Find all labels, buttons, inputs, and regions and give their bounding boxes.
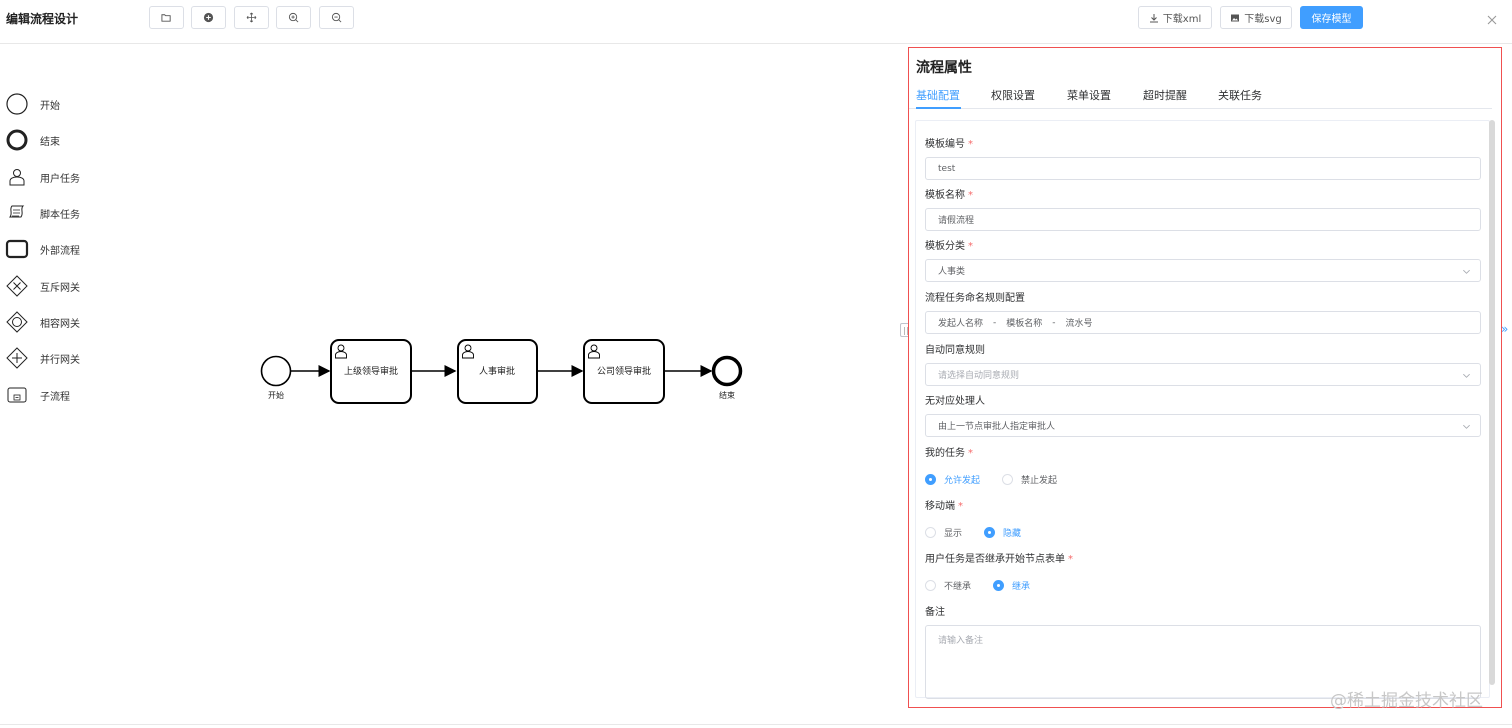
zoom-in-button[interactable] xyxy=(276,6,311,29)
open-file-button[interactable] xyxy=(149,6,184,29)
radio-show[interactable]: 显示 xyxy=(925,526,962,539)
watermark: @稀土掘金技术社区 xyxy=(1330,691,1483,711)
form-label: 模板编号 * xyxy=(925,139,973,150)
download-svg-label: 下载svg xyxy=(1244,14,1282,25)
select-value: 人事类 xyxy=(938,267,966,277)
form-label: 移动端 * xyxy=(925,501,963,512)
task-label: 上级领导审批 xyxy=(344,365,398,377)
template-code-input[interactable]: test xyxy=(925,157,1481,180)
zoom-out-icon xyxy=(331,12,342,23)
tab-bar: 基础配置 权限设置 菜单设置 超时提醒 关联任务 xyxy=(909,84,1492,109)
radio-inherit[interactable]: 继承 xyxy=(993,579,1030,592)
save-model-label: 保存模型 xyxy=(1311,14,1352,25)
plus-circle-icon xyxy=(203,12,214,23)
naming-rule-part: 发起人名称 xyxy=(938,319,984,329)
form-label: 用户任务是否继承开始节点表单 * xyxy=(925,554,1073,565)
basic-config-form: 模板编号 * test 模板名称 * 请假流程 模板分类 * 人事类 流程任务命名规则… xyxy=(915,120,1490,699)
naming-rule-separator: - xyxy=(1052,317,1056,328)
task-label: 公司领导审批 xyxy=(597,365,651,377)
move-button[interactable] xyxy=(234,6,269,29)
user-task-node[interactable]: 人事审批 xyxy=(457,339,538,404)
form-label: 备注 xyxy=(925,607,945,618)
user-task-node[interactable]: 公司领导审批 xyxy=(583,339,665,404)
diagram-canvas[interactable]: 开始 上级领导审批 人事审批 公司领导审批 结束 xyxy=(0,45,905,725)
download-svg-button[interactable]: 下载svg xyxy=(1220,6,1292,29)
end-event[interactable] xyxy=(711,355,743,387)
download-icon xyxy=(1149,13,1158,22)
radio-dot xyxy=(993,579,1005,591)
naming-rule-input[interactable]: 发起人名称 - 模板名称 - 流水号 xyxy=(925,311,1481,334)
no-handler-select[interactable]: 由上一节点审批人指定审批人 xyxy=(925,414,1481,437)
template-name-input[interactable]: 请假流程 xyxy=(925,208,1481,231)
tab-permissions[interactable]: 权限设置 xyxy=(991,87,1035,103)
download-xml-button[interactable]: 下载xml xyxy=(1138,6,1212,29)
end-event-label: 结束 xyxy=(719,390,735,400)
folder-open-icon xyxy=(161,14,171,22)
user-task-node[interactable]: 上级领导审批 xyxy=(330,339,412,404)
properties-panel: 流程属性 基础配置 权限设置 菜单设置 超时提醒 关联任务 模板编号 * test… xyxy=(908,47,1502,708)
radio-allow-start[interactable]: 允许发起 xyxy=(925,473,980,486)
image-icon xyxy=(1231,14,1240,21)
radio-dot xyxy=(984,526,996,538)
inherit-form-radio-group: 不继承 继承 xyxy=(925,578,1052,592)
start-event[interactable] xyxy=(260,355,292,387)
form-label: 自动同意规则 xyxy=(925,345,985,356)
template-category-select[interactable]: 人事类 xyxy=(925,259,1481,282)
mobile-radio-group: 显示 隐藏 xyxy=(925,525,1043,539)
chevron-down-icon xyxy=(1463,269,1470,274)
tab-timeout-reminder[interactable]: 超时提醒 xyxy=(1143,87,1187,103)
divider xyxy=(0,724,1512,725)
toolbar: 编辑流程设计 下载xml 下载svg 保存模型 xyxy=(0,0,1512,44)
select-value: 由上一节点审批人指定审批人 xyxy=(938,422,1056,432)
form-label: 我的任务 * xyxy=(925,448,973,459)
radio-hide[interactable]: 隐藏 xyxy=(984,526,1021,539)
my-task-radio-group: 允许发起 禁止发起 xyxy=(925,472,1079,486)
close-icon[interactable] xyxy=(1486,14,1498,26)
form-label: 流程任务命名规则配置 xyxy=(925,293,1025,304)
form-label: 模板分类 * xyxy=(925,241,973,252)
naming-rule-part: 流水号 xyxy=(1065,319,1093,329)
radio-dot xyxy=(925,526,936,538)
form-label: 无对应处理人 xyxy=(925,396,985,407)
save-model-button[interactable]: 保存模型 xyxy=(1300,6,1363,29)
task-label: 人事审批 xyxy=(479,365,515,377)
naming-rule-part: 模板名称 xyxy=(1006,319,1043,329)
radio-dot xyxy=(1002,473,1014,485)
chevron-down-icon xyxy=(1463,373,1470,378)
active-tab-indicator xyxy=(916,107,961,109)
download-xml-label: 下载xml xyxy=(1162,14,1202,25)
chevron-down-icon xyxy=(1463,424,1470,429)
tab-basic-config[interactable]: 基础配置 xyxy=(916,87,960,103)
select-placeholder: 请选择自动同意规则 xyxy=(938,371,1020,381)
panel-title: 流程属性 xyxy=(916,60,972,76)
tab-menu-settings[interactable]: 菜单设置 xyxy=(1067,87,1111,103)
auto-approve-select[interactable]: 请选择自动同意规则 xyxy=(925,363,1481,386)
radio-forbid-start[interactable]: 禁止发起 xyxy=(1002,473,1057,486)
page-title: 编辑流程设计 xyxy=(6,12,79,26)
move-icon xyxy=(246,12,257,23)
form-scrollbar[interactable] xyxy=(1489,120,1495,685)
radio-dot xyxy=(925,473,936,485)
radio-dot xyxy=(925,579,936,591)
tab-related-tasks[interactable]: 关联任务 xyxy=(1218,87,1262,103)
zoom-out-button[interactable] xyxy=(319,6,354,29)
start-event-label: 开始 xyxy=(268,390,284,400)
naming-rule-separator: - xyxy=(993,317,997,328)
add-button[interactable] xyxy=(191,6,226,29)
double-chevron-right-icon[interactable]: » xyxy=(1501,322,1508,336)
radio-not-inherit[interactable]: 不继承 xyxy=(925,579,971,592)
form-label: 模板名称 * xyxy=(925,190,973,201)
zoom-in-icon xyxy=(288,12,299,23)
